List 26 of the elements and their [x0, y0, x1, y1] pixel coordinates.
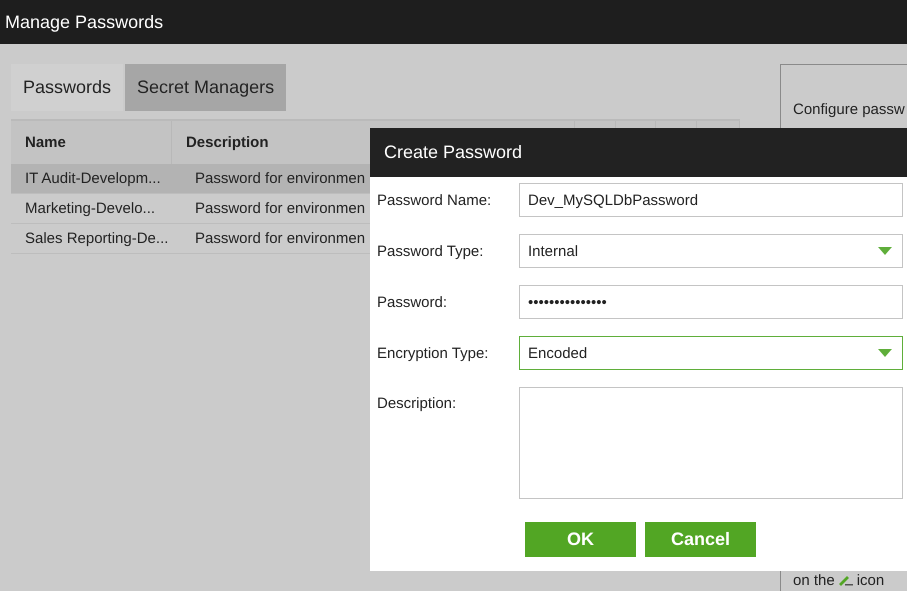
table-cell-text: Password for environmen	[194, 170, 366, 187]
table-cell-text: Password for environmen	[194, 200, 366, 217]
field-label: Encryption Type:	[377, 344, 490, 362]
field-label: Description:	[377, 395, 458, 412]
dropdown[interactable]: Internal	[519, 234, 903, 268]
field-label: Password:	[377, 294, 448, 310]
pencil-icon	[838, 576, 853, 586]
panel-text: on the	[793, 572, 835, 589]
caret-icon	[878, 247, 892, 255]
panel-text: icon	[856, 572, 884, 589]
field-label: Password Name:	[377, 192, 492, 208]
panel-text: Configure passw	[793, 101, 906, 118]
text-area[interactable]	[519, 387, 903, 499]
field-label: Password Type:	[377, 242, 484, 260]
tab[interactable]: Passwords	[11, 64, 124, 111]
window-title: Manage Passwords	[5, 12, 164, 32]
table-cell-text: Sales Reporting-De...	[24, 230, 170, 247]
input-field[interactable]: •••••••••••••••	[519, 285, 903, 319]
dropdown[interactable]: Encoded	[519, 336, 903, 370]
input-field[interactable]: Dev_MySQLDbPassword	[519, 183, 903, 217]
table-cell-text: IT Audit-Developm...	[24, 170, 162, 187]
tab[interactable]: Secret Managers	[125, 64, 286, 111]
dialog-title: Create Password	[384, 142, 522, 163]
table-cell-text: Marketing-Develo...	[24, 200, 156, 217]
table-cell-text: Password for environmen	[194, 230, 366, 247]
caret-icon	[878, 349, 892, 357]
